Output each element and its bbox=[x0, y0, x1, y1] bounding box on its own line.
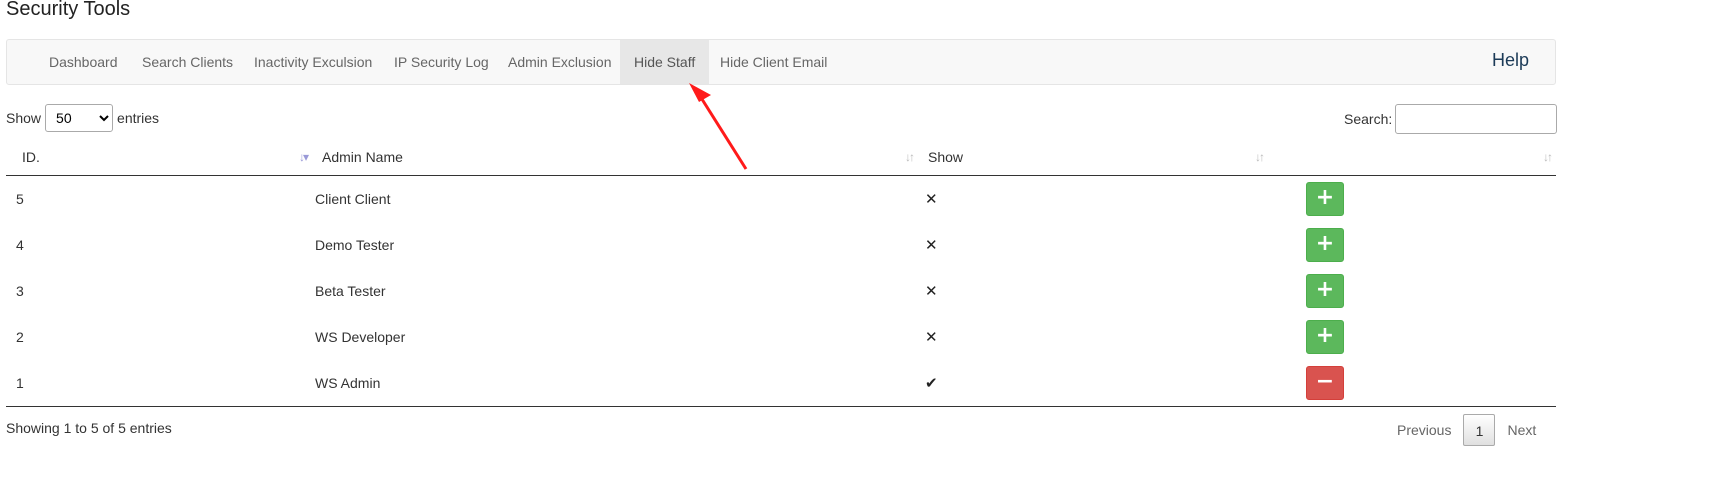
table-row: 5 Client Client ✕ + bbox=[6, 176, 1556, 223]
pagination: Previous 1 Next bbox=[1385, 414, 1548, 446]
add-button[interactable]: + bbox=[1306, 274, 1344, 308]
table-row: 3 Beta Tester ✕ + bbox=[6, 268, 1556, 314]
column-header-admin-name[interactable]: Admin Name ↓↑ bbox=[315, 141, 921, 176]
previous-page-button[interactable]: Previous bbox=[1385, 422, 1463, 438]
arrow-head bbox=[689, 83, 711, 102]
table-row: 4 Demo Tester ✕ + bbox=[6, 222, 1556, 268]
tab-hide-client-email[interactable]: Hide Client Email bbox=[706, 40, 841, 84]
tab-search-clients[interactable]: Search Clients bbox=[128, 40, 247, 84]
column-header-id[interactable]: ID. ↓▾ bbox=[6, 141, 315, 176]
table-row: 1 WS Admin ✔ − bbox=[6, 360, 1556, 407]
staff-table: ID. ↓▾ Admin Name ↓↑ Show ↓↑ ↓↑ 5 Client… bbox=[6, 141, 1556, 407]
column-header-action[interactable]: ↓↑ bbox=[1271, 141, 1556, 176]
cross-icon: ✕ bbox=[925, 191, 938, 208]
add-button[interactable]: + bbox=[1306, 320, 1344, 354]
search-input[interactable] bbox=[1395, 104, 1557, 134]
sort-icon: ↓↑ bbox=[1543, 150, 1553, 164]
cell-id: 5 bbox=[16, 191, 24, 207]
cell-admin-name: Client Client bbox=[315, 191, 391, 207]
table-info: Showing 1 to 5 of 5 entries bbox=[6, 420, 172, 436]
page-title: Security Tools bbox=[6, 0, 131, 20]
cell-id: 4 bbox=[16, 237, 24, 253]
cross-icon: ✕ bbox=[925, 237, 938, 254]
cell-id: 3 bbox=[16, 283, 24, 299]
tab-dashboard[interactable]: Dashboard bbox=[35, 40, 132, 84]
add-button[interactable]: + bbox=[1306, 182, 1344, 216]
entries-select[interactable]: 50 bbox=[45, 104, 114, 132]
entries-length-control: Show 50 entries bbox=[6, 104, 159, 132]
cross-icon: ✕ bbox=[925, 283, 938, 300]
next-page-button[interactable]: Next bbox=[1495, 422, 1548, 438]
tab-hide-staff[interactable]: Hide Staff bbox=[620, 40, 710, 84]
tab-admin-exclusion[interactable]: Admin Exclusion bbox=[494, 40, 626, 84]
help-link[interactable]: Help bbox=[1492, 40, 1529, 84]
cell-id: 1 bbox=[6, 360, 315, 407]
remove-button[interactable]: − bbox=[1306, 366, 1344, 400]
column-label-admin-name: Admin Name bbox=[322, 149, 403, 165]
cell-admin-name: Demo Tester bbox=[315, 237, 395, 253]
nav-bar: Dashboard Search Clients Inactivity Excu… bbox=[6, 39, 1556, 85]
add-button[interactable]: + bbox=[1306, 228, 1344, 262]
cross-icon: ✕ bbox=[925, 329, 938, 346]
check-icon: ✔ bbox=[925, 375, 938, 392]
table-row: 2 WS Developer ✕ + bbox=[6, 314, 1556, 360]
tab-inactivity-exclusion[interactable]: Inactivity Exculsion bbox=[240, 40, 386, 84]
cell-id: 2 bbox=[16, 329, 24, 345]
table-header-row: ID. ↓▾ Admin Name ↓↑ Show ↓↑ ↓↑ bbox=[6, 141, 1556, 176]
sort-desc-icon: ↓▾ bbox=[298, 150, 309, 164]
tab-ip-security-log[interactable]: IP Security Log bbox=[380, 40, 503, 84]
page-1-button[interactable]: 1 bbox=[1463, 414, 1496, 446]
show-label: Show bbox=[6, 110, 42, 126]
column-label-show: Show bbox=[928, 149, 964, 165]
column-label-id: ID. bbox=[22, 149, 40, 165]
sort-icon: ↓↑ bbox=[1255, 150, 1265, 164]
column-header-show[interactable]: Show ↓↑ bbox=[921, 141, 1271, 176]
entries-label: entries bbox=[117, 110, 160, 126]
cell-admin-name: WS Developer bbox=[315, 329, 406, 345]
cell-admin-name: WS Admin bbox=[315, 360, 921, 407]
sort-icon: ↓↑ bbox=[905, 150, 915, 164]
cell-admin-name: Beta Tester bbox=[315, 283, 386, 299]
search-label: Search: bbox=[1344, 111, 1393, 127]
